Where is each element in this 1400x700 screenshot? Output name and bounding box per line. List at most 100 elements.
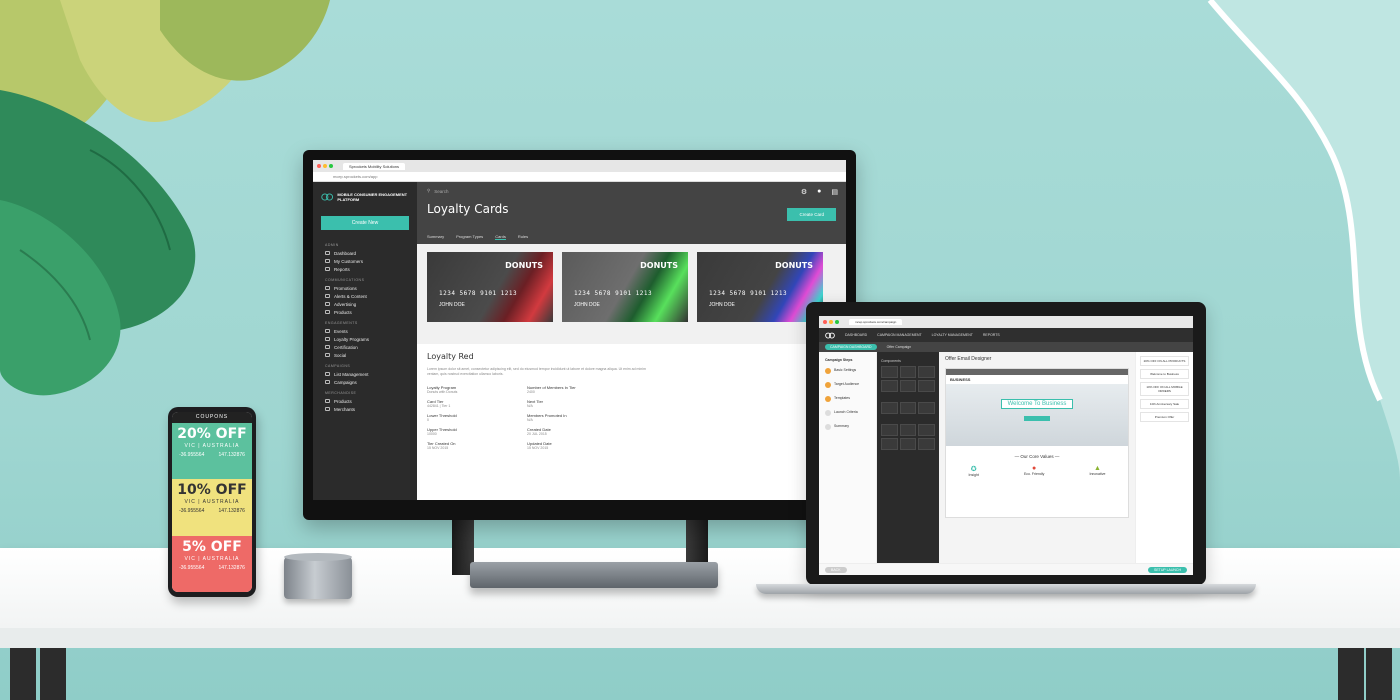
- field-value: N/A: [527, 418, 533, 422]
- sidebar-item[interactable]: Products: [313, 308, 417, 316]
- loyalty-card[interactable]: DONUTS 1234 5678 9101 1213 JOHN DOE: [697, 252, 823, 322]
- sidebar-item[interactable]: Reports: [313, 265, 417, 273]
- messages-icon[interactable]: ▤: [831, 188, 838, 196]
- sidebar-section-title: CAMPAIGNS: [325, 364, 351, 368]
- offer-option[interactable]: 10% OFF ON ALL MOBILE ORDERS: [1140, 382, 1189, 396]
- sidebar-item[interactable]: Events: [313, 327, 417, 335]
- quote-component[interactable]: [881, 424, 898, 436]
- loyalty-card[interactable]: DONUTS 1234 5678 9101 1213 JOHN DOE: [427, 252, 553, 322]
- layout-component[interactable]: [899, 366, 917, 378]
- spacer-component[interactable]: [918, 438, 935, 450]
- coupon-card[interactable]: 20% OFF VIC | AUSTRALIA -36.955564 147.13…: [172, 423, 252, 480]
- email-preview[interactable]: BUSINESS Welcome To Business — Our Core …: [945, 368, 1129, 518]
- sidebar-item-icon: [325, 267, 330, 271]
- nav-campaign-management[interactable]: CAMPAIGN MANAGEMENT: [877, 333, 921, 337]
- sidebar-item[interactable]: Dashboard: [313, 249, 417, 257]
- step-item[interactable]: Templates: [825, 396, 870, 402]
- sidebar-item[interactable]: List Management: [313, 370, 417, 378]
- step-item[interactable]: Basic Settings: [825, 368, 870, 374]
- search-icon: ⚲: [427, 188, 431, 193]
- laptop-base: [756, 584, 1256, 594]
- tab-cards[interactable]: Cards: [495, 234, 506, 240]
- coupon-card[interactable]: 10% OFF VIC | AUSTRALIA -36.955564 147.13…: [172, 479, 252, 536]
- maximize-window-icon[interactable]: [835, 320, 839, 324]
- step-item[interactable]: Summary: [825, 424, 870, 430]
- sidebar-item-label: Dashboard: [334, 250, 357, 256]
- setup-launch-button[interactable]: SETUP LAUNCH: [1148, 566, 1187, 573]
- sub-nav: CAMPAIGN DASHBOARD Offer Campaign: [819, 342, 1193, 352]
- tab-rules[interactable]: Rules: [518, 234, 528, 240]
- cloud-logo-icon[interactable]: [825, 332, 835, 339]
- campaign-steps: Campaign Steps Basic Settings Target Aud…: [819, 352, 877, 563]
- image-component[interactable]: [881, 402, 898, 414]
- core-value: ✪ Insight: [969, 465, 979, 477]
- sidebar-item[interactable]: Certification: [313, 343, 417, 351]
- create-card-button[interactable]: Create Card: [787, 208, 836, 221]
- gallery-component[interactable]: [918, 402, 935, 414]
- sidebar-item[interactable]: Campaigns: [313, 378, 417, 386]
- field-value: 2400: [527, 390, 535, 394]
- coupon-card[interactable]: 5% OFF VIC | AUSTRALIA -36.955564 147.132…: [172, 535, 252, 592]
- card-brand: DONUTS: [505, 261, 543, 270]
- sidebar-item[interactable]: Promotions: [313, 284, 417, 292]
- social-component[interactable]: [918, 424, 935, 436]
- settings-gear-icon[interactable]: ⚙: [801, 188, 807, 196]
- maximize-window-icon[interactable]: [329, 164, 333, 168]
- close-window-icon[interactable]: [823, 320, 827, 324]
- browser-tab[interactable]: Sprockets Mobility Solutions: [343, 162, 406, 170]
- component-grid: [881, 366, 935, 392]
- sidebar-item[interactable]: Products: [313, 397, 417, 405]
- sidebar: MOBILE CONSUMER ENGAGEMENT PLATFORM Crea…: [313, 182, 417, 500]
- address-bar[interactable]: mcep.sprockets.com/app: [313, 172, 846, 182]
- email-cta-button[interactable]: [1024, 416, 1050, 421]
- create-new-button[interactable]: Create New: [321, 216, 409, 230]
- text-component[interactable]: [899, 424, 917, 436]
- coupon-discount: 5% OFF: [182, 538, 242, 555]
- nav-dashboard[interactable]: DASHBOARD: [845, 333, 867, 337]
- tab-summary[interactable]: Summary: [427, 234, 444, 240]
- layout-component[interactable]: [918, 380, 935, 392]
- step-label: Summary: [834, 424, 849, 428]
- layout-component[interactable]: [881, 366, 898, 378]
- minimize-window-icon[interactable]: [323, 164, 327, 168]
- sidebar-item[interactable]: My Customers: [313, 257, 417, 265]
- sidebar-item[interactable]: Alerts & Content: [313, 292, 417, 300]
- offer-option[interactable]: 10th Anniversary Sale: [1140, 399, 1189, 409]
- video-component[interactable]: [899, 402, 917, 414]
- sidebar-item[interactable]: Advertising: [313, 300, 417, 308]
- coupon-lng: 147.132876: [218, 452, 245, 458]
- detail-field: Upper Threshold 10000: [427, 427, 527, 436]
- tab-program-types[interactable]: Program Types: [456, 234, 483, 240]
- step-item[interactable]: Launch Criteria: [825, 410, 870, 416]
- sidebar-item[interactable]: Merchants: [313, 405, 417, 413]
- step-item[interactable]: Target Audience: [825, 382, 870, 388]
- offer-option[interactable]: Welcome to Business: [1140, 369, 1189, 379]
- layout-component[interactable]: [881, 380, 898, 392]
- back-button[interactable]: BACK: [825, 566, 847, 573]
- main-content: ⚲ Search ⚙ ● ▤ Loyalty Cards Create Card…: [417, 182, 846, 500]
- layout-component[interactable]: [918, 366, 935, 378]
- offer-option[interactable]: 20% OFF ON ALL PRODUCTS: [1140, 356, 1189, 366]
- brand-logo[interactable]: MOBILE CONSUMER ENGAGEMENT PLATFORM: [313, 188, 417, 206]
- minimize-window-icon[interactable]: [829, 320, 833, 324]
- sidebar-item-icon: [325, 345, 330, 349]
- button-component[interactable]: [881, 438, 898, 450]
- search-bar[interactable]: ⚲ Search: [427, 188, 836, 194]
- divider-component[interactable]: [899, 438, 917, 450]
- search-input[interactable]: Search: [434, 189, 448, 194]
- campaign-dashboard-link[interactable]: CAMPAIGN DASHBOARD: [825, 344, 877, 350]
- detail-field: Updated Date 15 NOV 2015: [527, 441, 627, 450]
- nav-loyalty-management[interactable]: LOYALTY MANAGEMENT: [932, 333, 973, 337]
- sidebar-item-label: Merchants: [334, 406, 356, 412]
- layout-component[interactable]: [899, 380, 917, 392]
- sidebar-item-label: My Customers: [334, 258, 364, 264]
- close-window-icon[interactable]: [317, 164, 321, 168]
- sidebar-item[interactable]: Social: [313, 351, 417, 359]
- value-label: Insight: [968, 473, 979, 477]
- user-profile-icon[interactable]: ●: [817, 188, 821, 196]
- nav-reports[interactable]: REPORTS: [983, 333, 1000, 337]
- offer-option[interactable]: Premium Offer: [1140, 412, 1189, 422]
- sidebar-item[interactable]: Loyalty Programs: [313, 335, 417, 343]
- address-bar[interactable]: mcep.sprockets.com/campaign: [849, 319, 903, 325]
- loyalty-card[interactable]: DONUTS 1234 5678 9101 1213 JOHN DOE: [562, 252, 688, 322]
